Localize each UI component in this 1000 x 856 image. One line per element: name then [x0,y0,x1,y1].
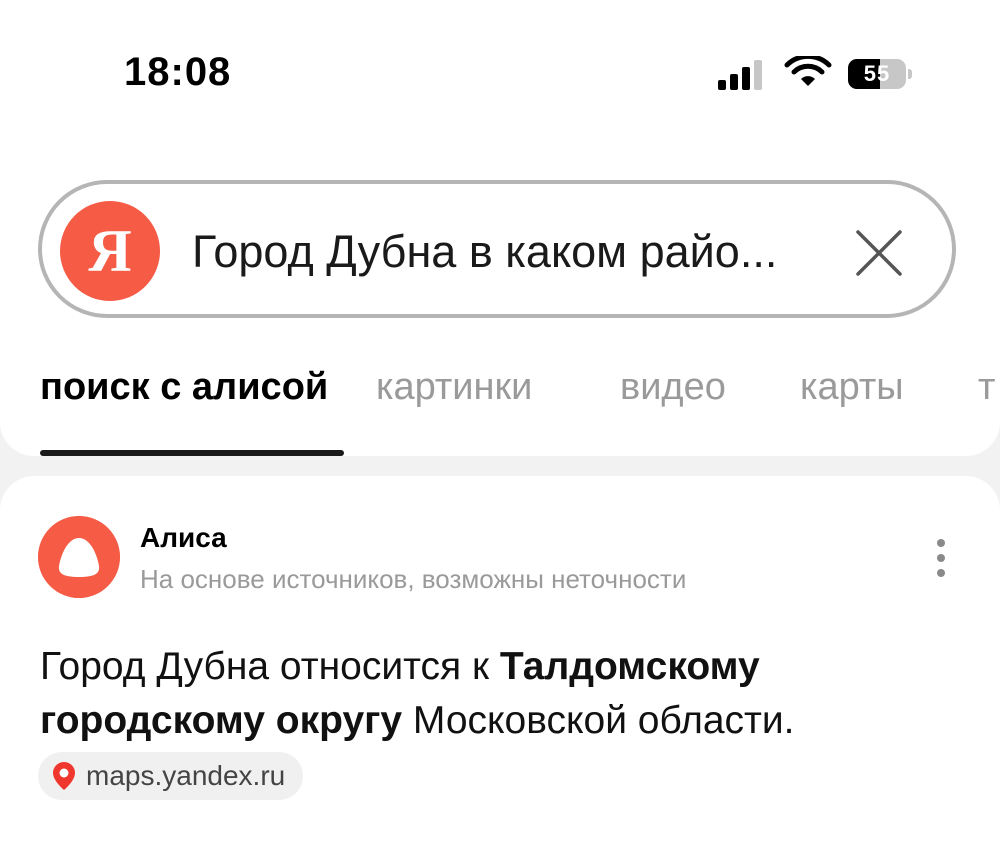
map-pin-icon [53,762,75,790]
source-link-label[interactable]: maps.yandex.ru [86,760,285,792]
wifi-icon [784,56,832,86]
search-query-text[interactable]: Город Дубна в каком райо... [192,226,812,278]
alice-logo-icon [38,516,120,598]
answer-text-part2: Московской области. [402,699,795,742]
answer-text-part1: Город Дубна относится к [40,645,500,688]
clear-search-icon[interactable] [850,224,908,282]
active-tab-indicator [40,450,344,456]
tab-video[interactable]: видео [620,366,726,409]
tab-more[interactable]: т [978,366,995,409]
assistant-name: Алиса [140,522,227,553]
tab-alice-search[interactable]: поиск с алисой [40,366,328,409]
alice-answer-card: Алиса На основе источников, возможны нет… [0,476,1000,856]
disclaimer-text: На основе источников, возможны неточност… [140,564,687,594]
status-time: 18:08 [124,50,232,94]
search-bar[interactable]: Я Город Дубна в каком райо... [38,180,956,318]
cellular-signal-icon [718,60,762,90]
source-chip[interactable]: maps.yandex.ru [38,752,304,800]
battery-percent: 55 [863,61,891,86]
tab-maps[interactable]: карты [800,366,904,409]
search-header: 18:08 55 Я Город Дубна в каком райо... п… [0,0,1000,456]
tab-images[interactable]: картинки [376,366,532,409]
search-tabs: поиск с алисой картинки видео карты т [0,360,1000,460]
answer-text: Город Дубна относится к Талдомскому горо… [40,640,940,748]
battery-icon: 55 [848,59,912,89]
yandex-logo-icon[interactable]: Я [60,201,160,301]
more-vertical-icon[interactable] [926,538,956,578]
